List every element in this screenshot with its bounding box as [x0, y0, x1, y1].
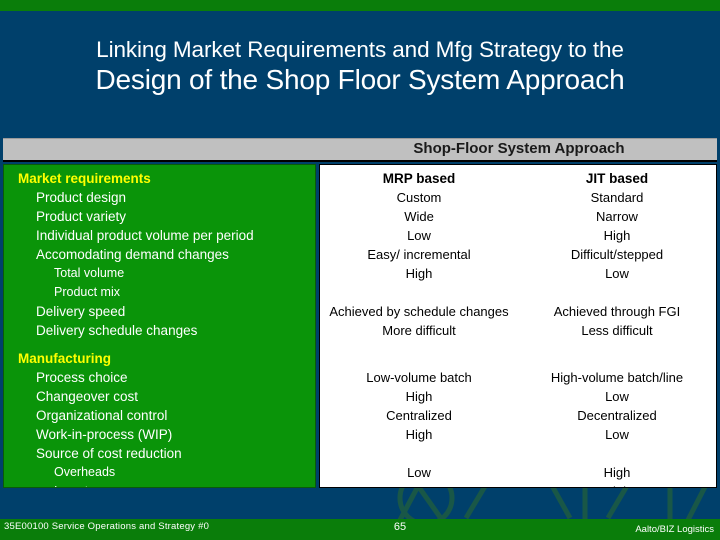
jit-value: Less difficult [581, 323, 653, 338]
requirements-list: Market requirements Product design Product… [4, 165, 315, 487]
footer-unit-label: Aalto/BIZ Logistics [635, 524, 714, 535]
requirement-label: Market requirements [18, 171, 151, 186]
table-row: High Low [320, 264, 716, 283]
title-line-2: Design of the Shop Floor System Approach [95, 64, 625, 95]
requirement-label: Product variety [36, 209, 127, 224]
table-row: Achieved by schedule changes Achieved thr… [320, 302, 716, 321]
top-accent-rule [0, 0, 720, 11]
requirement-label: Work-in-process (WIP) [36, 427, 173, 442]
requirement-label: Accomodating demand changes [36, 247, 229, 262]
jit-value: Standard [590, 190, 644, 205]
comparison-table: Shop-Floor System Approach Market requir… [3, 138, 717, 488]
requirement-label: Individual product volume per period [36, 228, 254, 243]
table-row: Low-volume batch High-volume batch/line [320, 368, 716, 387]
jit-value: High-volume batch/line [550, 370, 684, 385]
slide: Linking Market Requirements and Mfg Stra… [0, 0, 720, 540]
table-row: Centralized Decentralized [320, 406, 716, 425]
jit-value: Achieved through FGI [553, 304, 681, 319]
mrp-value: MRP based [382, 171, 456, 186]
mrp-value: High [405, 427, 433, 442]
jit-value: Narrow [596, 209, 638, 224]
table-row: Low High [320, 226, 716, 245]
table-row: High Low [320, 425, 716, 444]
jit-value: Difficult/stepped [570, 247, 664, 262]
footer-page-number: 65 [393, 521, 407, 533]
table-row: Easy/ incremental Difficult/stepped [320, 245, 716, 264]
mrp-value: Low [407, 228, 431, 243]
jit-value: Low [605, 389, 629, 404]
table-row [320, 283, 716, 302]
table-row: High Low [320, 387, 716, 406]
jit-value: Low [605, 266, 629, 281]
mrp-value: High [405, 389, 433, 404]
table-row: MRP based JIT based [320, 169, 716, 188]
title-line-1: Linking Market Requirements and Mfg Stra… [96, 37, 624, 62]
table-row: More difficult Less difficult [320, 321, 716, 340]
row-spacer [4, 340, 315, 349]
mrp-value: Centralized [386, 408, 452, 423]
requirement-label: Process choice [36, 370, 128, 385]
table-row: Wide Narrow [320, 207, 716, 226]
mrp-value: Custom [396, 190, 442, 205]
jit-value: Low [605, 427, 629, 442]
mrp-value: More difficult [382, 323, 456, 338]
requirements-panel: Market requirements Product design Product… [3, 164, 316, 488]
requirement-label: Product mix [54, 285, 120, 299]
table-row [320, 349, 716, 368]
approach-values-list: MRP based JIT based Custom Standard Wide Narr… [320, 165, 716, 487]
jit-value [518, 349, 716, 368]
requirement-label: Delivery speed [36, 304, 126, 319]
jit-value: JIT based [585, 171, 649, 186]
mrp-value: Easy/ incremental [367, 247, 471, 262]
requirement-label: Changeover cost [36, 389, 139, 404]
requirement-label: Delivery schedule changes [36, 323, 198, 338]
jit-value: High [603, 228, 631, 243]
mrp-value [320, 283, 518, 302]
mrp-value [320, 349, 518, 368]
mrp-value: Low [407, 465, 431, 480]
jit-value: High [603, 465, 631, 480]
jit-value [518, 283, 716, 302]
mrp-value: Achieved by schedule changes [329, 304, 509, 319]
requirement-label: Overheads [54, 465, 116, 479]
mrp-value: High [405, 266, 433, 281]
mrp-value: Low-volume batch [366, 370, 472, 385]
table-row: Custom Standard [320, 188, 716, 207]
mrp-value: Wide [404, 209, 434, 224]
requirement-label: Product design [36, 190, 127, 205]
requirement-label: Organizational control [36, 408, 168, 423]
row-spacer [320, 340, 716, 349]
requirement-label: Manufacturing [18, 351, 111, 366]
jit-value: Decentralized [577, 408, 657, 423]
table-header-title: Shop-Floor System Approach [413, 140, 625, 157]
table-row [320, 444, 716, 463]
slide-title: Linking Market Requirements and Mfg Stra… [0, 36, 720, 97]
requirement-label: Source of cost reduction [36, 446, 182, 461]
approach-values-panel: MRP based JIT based Custom Standard Wide Narr… [319, 164, 717, 488]
mrp-value [320, 444, 518, 463]
requirement-label: Total volume [54, 266, 125, 280]
jit-value [518, 444, 716, 463]
footer-course-label: 35E00100 Service Operations and Strategy… [4, 521, 210, 532]
table-row: Low High [320, 463, 716, 482]
